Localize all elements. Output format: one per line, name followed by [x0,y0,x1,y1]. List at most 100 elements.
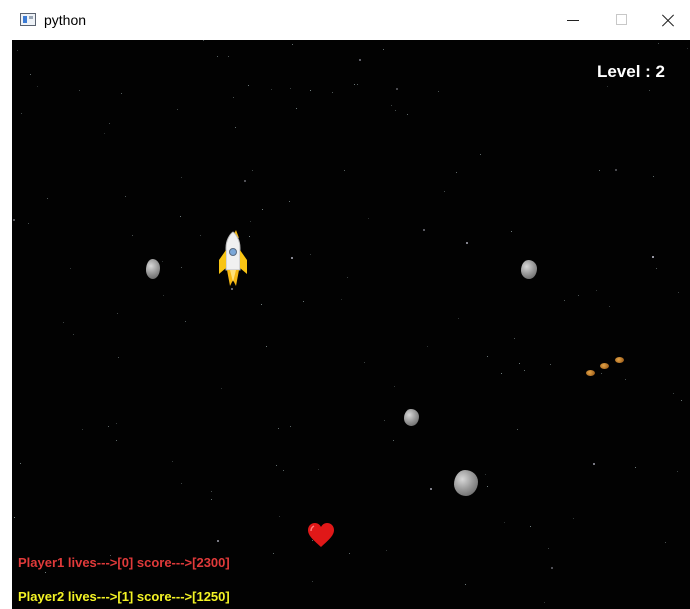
star [607,86,608,87]
star [228,56,229,57]
star [653,176,654,177]
star [47,198,48,199]
star [368,218,369,219]
bullet-icon [586,370,595,376]
star [217,540,219,542]
asteroid-icon [404,409,419,426]
star [125,196,126,197]
star [349,553,350,554]
star [359,59,361,61]
star [82,429,83,430]
star [393,440,394,441]
star [396,88,398,90]
star [211,491,212,492]
star [487,356,488,357]
asteroid-icon [521,260,537,279]
star [609,306,610,307]
star [177,109,178,110]
star [487,486,488,487]
star [248,85,249,86]
star [635,467,636,468]
star [13,219,15,221]
star [656,268,657,269]
star [290,426,291,427]
star [278,428,279,429]
star [181,177,182,178]
star [244,180,246,182]
maximize-icon [598,0,644,40]
star [427,346,428,347]
star [181,483,182,484]
star [514,338,515,339]
star [423,229,425,231]
star [599,170,600,171]
star [407,114,408,115]
star [501,373,502,374]
star [551,567,553,569]
star [63,322,64,323]
star [544,602,545,603]
star [172,461,173,462]
game-canvas[interactable]: Level : 2 Player1 lives--->[0] score--->… [12,40,690,609]
star [652,256,654,258]
star [262,209,263,210]
star [200,235,201,236]
star [117,313,118,314]
star [458,318,459,319]
star [573,518,574,519]
star [292,44,293,45]
star [116,440,117,441]
star [118,357,119,358]
star [386,550,387,551]
star [291,257,293,259]
star [163,295,164,296]
star [283,470,284,471]
star [104,133,105,134]
star [17,50,18,51]
star [279,516,280,517]
star [357,84,358,85]
star [310,90,311,91]
star [121,93,122,94]
star [266,346,267,347]
star [391,105,392,106]
star [550,364,551,365]
star [354,84,355,85]
window-title: python [44,12,87,28]
star [250,221,251,222]
star [658,43,659,44]
star [578,295,579,296]
star [221,388,222,389]
bullet-icon [600,363,609,369]
window-border [0,40,12,609]
window-titlebar: python [0,0,690,40]
star [273,553,274,554]
star [318,469,319,470]
star [132,235,133,236]
bullet-icon [615,357,624,363]
star [564,300,565,301]
star [601,373,602,374]
star [109,123,110,124]
star [73,334,74,335]
star [364,362,365,363]
star [383,49,384,50]
close-icon[interactable] [644,0,690,40]
star [341,299,342,300]
star [444,191,445,192]
star [203,40,204,41]
star [70,268,71,269]
star [344,170,345,171]
player1-status: Player1 lives--->[0] score--->[2300] [18,555,230,570]
star [625,379,626,380]
star [45,572,46,573]
star [271,89,272,90]
star [235,127,236,128]
star [108,426,109,427]
star [665,542,666,543]
heart-icon [308,523,334,547]
star [519,363,520,364]
star [395,110,396,111]
minimize-icon[interactable] [550,0,596,40]
level-indicator: Level : 2 [596,62,665,81]
